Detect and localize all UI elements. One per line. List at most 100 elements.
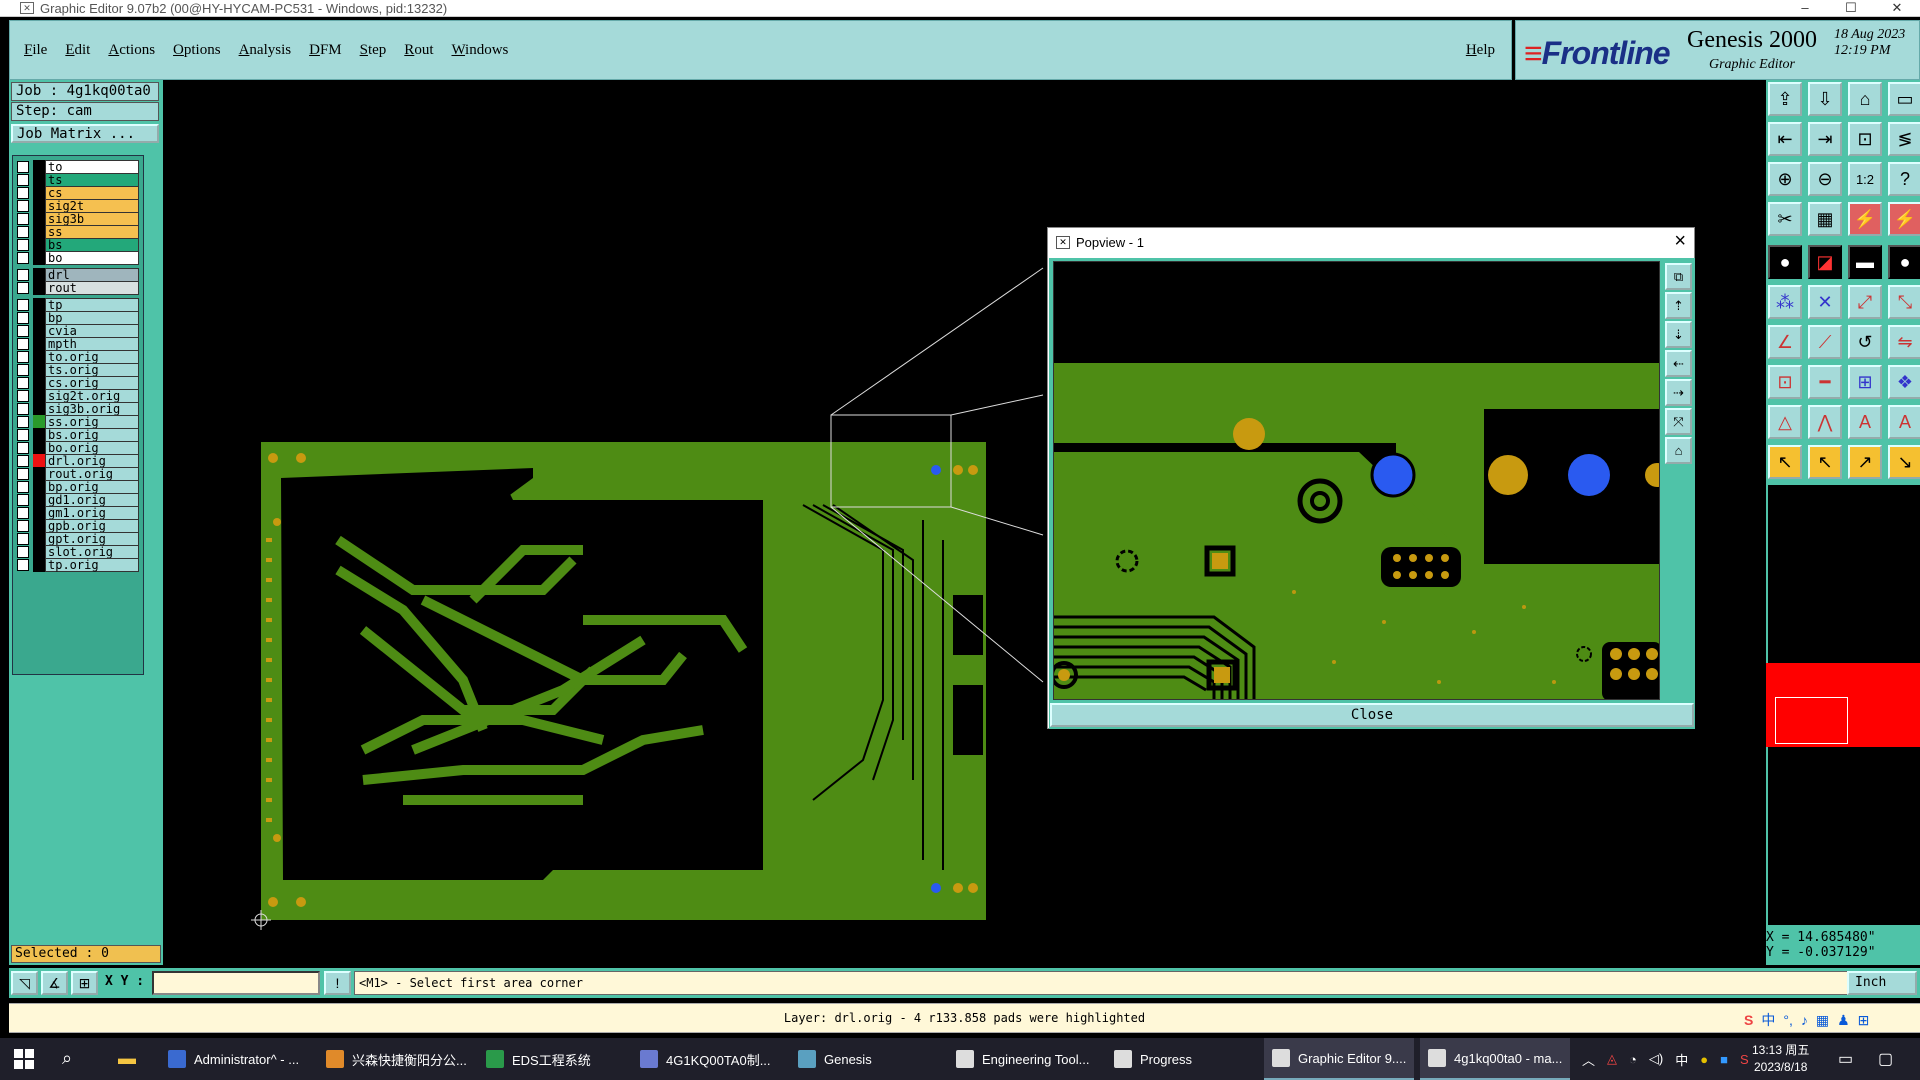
layer-row[interactable]: bo [17, 251, 139, 265]
grid-icon[interactable]: ▦ [1808, 202, 1842, 236]
layer-checkbox[interactable] [17, 174, 29, 186]
layer-row[interactable]: drl.orig [17, 454, 139, 468]
pan-right-icon[interactable]: ⇥ [1808, 122, 1842, 156]
layer-name[interactable]: bo [45, 251, 139, 265]
zoom-home-icon[interactable]: ⇪ [1768, 82, 1802, 116]
layer-name[interactable]: cs.orig [45, 376, 139, 390]
layer-checkbox[interactable] [17, 377, 29, 389]
layer-name[interactable]: bs.orig [45, 428, 139, 442]
layer-name[interactable]: bs [45, 238, 139, 252]
notification-icon[interactable]: ▢ [1878, 1049, 1893, 1069]
layer-checkbox[interactable] [17, 468, 29, 480]
layer-checkbox[interactable] [17, 429, 29, 441]
layer-name[interactable]: ts [45, 173, 139, 187]
shapes-icon[interactable]: ❖ [1888, 365, 1920, 399]
layer-name[interactable]: rout [45, 281, 139, 295]
info-icon[interactable]: ! [324, 971, 351, 995]
layer-checkbox[interactable] [17, 364, 29, 376]
job-matrix-button[interactable]: Job Matrix ... [11, 124, 159, 143]
layer-checkbox[interactable] [17, 481, 29, 493]
layer-row[interactable]: rout [17, 281, 139, 295]
layer-checkbox[interactable] [17, 252, 29, 264]
triangle-icon[interactable]: △ [1768, 405, 1802, 439]
ruler-icon[interactable]: ▬ [1848, 245, 1882, 279]
layer-checkbox[interactable] [17, 187, 29, 199]
pad-icon[interactable]: ⊡ [1768, 365, 1802, 399]
home-icon[interactable]: ⌂ [1848, 82, 1882, 116]
tray-shield-icon[interactable]: ● [1700, 1052, 1708, 1067]
close-button[interactable]: ✕ [1874, 0, 1920, 16]
taskbar-app[interactable]: Genesis [790, 1038, 940, 1080]
text-a-alt-icon[interactable]: A [1888, 405, 1920, 439]
line-icon[interactable]: ∠ [1768, 325, 1802, 359]
minus-icon[interactable]: ━ [1808, 365, 1842, 399]
layer-checkbox[interactable] [17, 390, 29, 402]
ime-keyboard-icon[interactable]: ▦ [1816, 1012, 1829, 1029]
peak-icon[interactable]: ⋀ [1808, 405, 1842, 439]
ime-lang-icon[interactable]: 中 [1761, 1010, 1775, 1030]
snap-icon[interactable]: ✂ [1768, 202, 1802, 236]
layer-name[interactable]: tp.orig [45, 558, 139, 572]
select-area-icon[interactable]: ↘ [1888, 445, 1920, 479]
layer-checkbox[interactable] [17, 442, 29, 454]
layer-name[interactable]: ss.orig [45, 415, 139, 429]
layer-name[interactable]: sig2t.orig [45, 389, 139, 403]
layer-checkbox[interactable] [17, 312, 29, 324]
net-trace-icon[interactable]: ⚡ [1888, 202, 1920, 236]
layer-name[interactable]: mpth [45, 337, 139, 351]
layer-row[interactable]: to [17, 160, 139, 174]
flip-icon[interactable]: ⇋ [1888, 325, 1920, 359]
layer-name[interactable]: gd1.orig [45, 493, 139, 507]
angle-mode-icon[interactable]: ∡ [41, 971, 68, 995]
ime-shirt-icon[interactable]: ♟ [1837, 1012, 1850, 1029]
menu-options[interactable]: Options [173, 42, 221, 59]
layer-row[interactable]: ss.orig [17, 415, 139, 429]
popview-home-icon[interactable]: ⌂ [1665, 437, 1692, 464]
cross-icon[interactable]: ✕ [1808, 285, 1842, 319]
layer-checkbox[interactable] [17, 520, 29, 532]
popview-zoom-out-icon[interactable]: ⇣ [1665, 321, 1692, 348]
layer-row[interactable]: to.orig [17, 350, 139, 364]
layer-name[interactable]: cvia [45, 324, 139, 338]
query-icon[interactable]: ? [1888, 162, 1920, 196]
menu-dfm[interactable]: DFM [309, 42, 342, 59]
layer-checkbox[interactable] [17, 338, 29, 350]
layer-name[interactable]: cs [45, 186, 139, 200]
taskbar-app[interactable]: 兴森快捷衡阳分公... [318, 1038, 470, 1080]
tray-sogou-icon[interactable]: S [1740, 1052, 1749, 1067]
show-desktop-icon[interactable]: ▭ [1838, 1049, 1853, 1069]
zoom-down-icon[interactable]: ⇩ [1808, 82, 1842, 116]
layer-checkbox[interactable] [17, 226, 29, 238]
zoom-out-icon[interactable]: ⊖ [1808, 162, 1842, 196]
layer-row[interactable]: gd1.orig [17, 493, 139, 507]
layer-name[interactable]: gm1.orig [45, 506, 139, 520]
layer-row[interactable]: tp [17, 298, 139, 312]
zoom-fit-icon[interactable]: ⊡ [1848, 122, 1882, 156]
layer-row[interactable]: slot.orig [17, 545, 139, 559]
menu-file[interactable]: File [24, 42, 47, 59]
menu-windows[interactable]: Windows [451, 42, 508, 59]
layer-name[interactable]: ts.orig [45, 363, 139, 377]
layer-row[interactable]: tp.orig [17, 558, 139, 572]
tray-network-icon[interactable]: ◔ [1629, 1052, 1637, 1067]
layer-name[interactable]: sig3b [45, 212, 139, 226]
search-icon[interactable]: ⌕ [62, 1048, 72, 1069]
menu-actions[interactable]: Actions [108, 42, 155, 59]
layer-row[interactable]: ss [17, 225, 139, 239]
layer-row[interactable]: gpb.orig [17, 519, 139, 533]
layer-name[interactable]: ss [45, 225, 139, 239]
menu-edit[interactable]: Edit [65, 42, 90, 59]
popview-canvas[interactable] [1053, 261, 1660, 700]
layer-checkbox[interactable] [17, 494, 29, 506]
menu-rout[interactable]: Rout [404, 42, 433, 59]
layer-name[interactable]: slot.orig [45, 545, 139, 559]
text-a-icon[interactable]: A [1848, 405, 1882, 439]
windows-start-icon[interactable] [14, 1049, 34, 1069]
arc-icon[interactable]: ↺ [1848, 325, 1882, 359]
layer-checkbox[interactable] [17, 507, 29, 519]
menu-help[interactable]: Help [1466, 42, 1495, 59]
layer-name[interactable]: sig2t [45, 199, 139, 213]
layer-row[interactable]: bo.orig [17, 441, 139, 455]
layer-checkbox[interactable] [17, 351, 29, 363]
ime-grid-icon[interactable]: ⊞ [1858, 1012, 1870, 1029]
